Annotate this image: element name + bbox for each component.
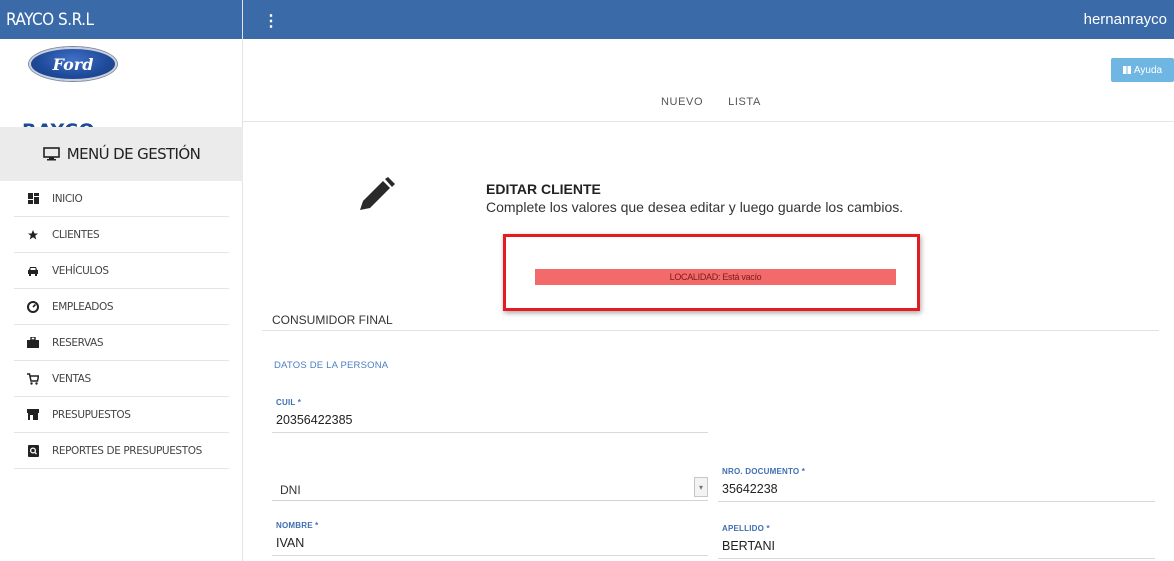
sidebar-item-inicio[interactable]: INICIO: [14, 181, 229, 217]
help-button-label: Ayuda: [1133, 64, 1163, 76]
document-type-select[interactable]: DNI ▾: [272, 475, 708, 501]
dashboard-icon: [14, 193, 52, 204]
field-underline: [272, 555, 708, 556]
sidebar-item-reportes[interactable]: REPORTES DE PRESUPUESTOS: [14, 433, 229, 469]
sidebar-menu: INICIO CLIENTES VEHÍCULOS EMPLEADOS RESE…: [0, 181, 243, 469]
menu-header-label: MENÚ DE GESTIÓN: [66, 145, 201, 163]
apellido-input[interactable]: BERTANI: [722, 539, 775, 553]
gauge-icon: [14, 300, 52, 313]
report-icon: [14, 444, 52, 457]
sidebar-item-presupuestos[interactable]: PRESUPUESTOS: [14, 397, 229, 433]
error-alert: LOCALIDAD: Está vacío: [535, 269, 896, 285]
nombre-label: NOMBRE *: [276, 521, 319, 530]
top-bar: ⋮ hernanrayco: [243, 0, 1174, 39]
sidebar-item-label: INICIO: [52, 192, 83, 205]
top-nav: NUEVO LISTA: [661, 96, 761, 108]
divider: [243, 121, 1174, 122]
sidebar-item-label: RESERVAS: [52, 336, 104, 349]
sidebar-item-label: CLIENTES: [52, 228, 100, 241]
field-underline: [718, 501, 1155, 502]
star-icon: [14, 229, 52, 241]
monitor-icon: [42, 147, 60, 161]
sidebar-item-reservas[interactable]: RESERVAS: [14, 325, 229, 361]
pencil-icon: [360, 177, 395, 210]
sidebar-item-label: PRESUPUESTOS: [52, 408, 131, 421]
sidebar-item-clientes[interactable]: CLIENTES: [14, 217, 229, 253]
nro-documento-label: NRO. DOCUMENTO *: [722, 467, 806, 476]
document-type-value: DNI: [280, 483, 301, 497]
chevron-down-icon[interactable]: ▾: [694, 477, 708, 497]
subsection-title: DATOS DE LA PERSONA: [274, 360, 389, 371]
sidebar-item-label: VENTAS: [52, 372, 91, 385]
ford-logo-text: Ford: [52, 54, 94, 74]
cuil-label: CUIL *: [276, 398, 302, 407]
nav-lista[interactable]: LISTA: [728, 96, 761, 108]
sidebar-item-vehiculos[interactable]: VEHÍCULOS: [14, 253, 229, 289]
apellido-label: APELLIDO *: [722, 524, 770, 533]
book-icon: [1122, 66, 1131, 74]
briefcase-icon: [14, 337, 52, 348]
sidebar-item-label: REPORTES DE PRESUPUESTOS: [52, 444, 202, 457]
page-subtitle: Complete los valores que desea editar y …: [486, 199, 904, 215]
field-underline: [272, 432, 708, 433]
user-menu[interactable]: hernanrayco: [1084, 11, 1167, 28]
sidebar-item-ventas[interactable]: VENTAS: [14, 361, 229, 397]
sidebar-item-label: VEHÍCULOS: [52, 264, 109, 277]
cart-icon: [14, 372, 52, 385]
nombre-input[interactable]: IVAN: [276, 536, 304, 550]
section-title: CONSUMIDOR FINAL: [272, 313, 393, 327]
field-underline: [718, 558, 1155, 559]
car-icon: [14, 266, 52, 276]
page-title: EDITAR CLIENTE: [486, 181, 601, 197]
divider: [262, 330, 1159, 331]
store-icon: [14, 409, 52, 420]
menu-header: MENÚ DE GESTIÓN: [0, 127, 243, 181]
sidebar-item-label: EMPLEADOS: [52, 300, 114, 313]
brand-name[interactable]: RAYCO S.R.L: [0, 0, 242, 39]
kebab-menu-icon[interactable]: ⋮: [263, 11, 279, 31]
nav-nuevo[interactable]: NUEVO: [661, 96, 703, 108]
help-button[interactable]: Ayuda: [1111, 58, 1174, 82]
ford-logo: Ford: [29, 47, 117, 81]
sidebar-item-empleados[interactable]: EMPLEADOS: [14, 289, 229, 325]
cuil-input[interactable]: 20356422385: [276, 413, 352, 427]
nro-documento-input[interactable]: 35642238: [722, 482, 778, 496]
